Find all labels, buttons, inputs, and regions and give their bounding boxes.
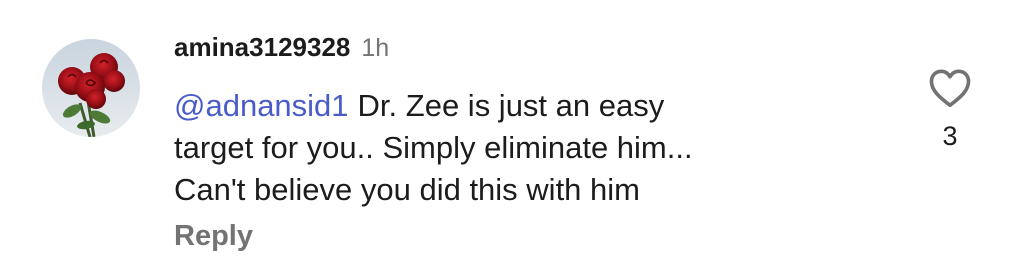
comment-line: @adnansid1 Dr. Zee is just an easy (174, 85, 894, 127)
heart-outline-icon (929, 69, 971, 108)
username[interactable]: amina3129328 (174, 32, 350, 63)
comment-header: amina3129328 1h (174, 32, 389, 68)
comment-line-text: Can't believe you did this with him (174, 172, 640, 207)
like-count: 3 (942, 121, 958, 151)
mention-link[interactable]: @adnansid1 (174, 88, 349, 123)
reply-button[interactable]: Reply (174, 220, 253, 253)
avatar[interactable] (42, 39, 140, 137)
comment-item: amina3129328 1h @adnansid1 Dr. Zee is jus… (0, 0, 1024, 275)
comment-line-text: Dr. Zee is just an easy (357, 88, 665, 123)
timestamp: 1h (361, 34, 390, 62)
like-button[interactable]: 3 (922, 68, 978, 168)
roses-avatar-image (42, 39, 140, 137)
comment-text: @adnansid1 Dr. Zee is just an easy target… (174, 85, 894, 211)
comment-line-text: target for you.. Simply eliminate him... (174, 130, 693, 165)
